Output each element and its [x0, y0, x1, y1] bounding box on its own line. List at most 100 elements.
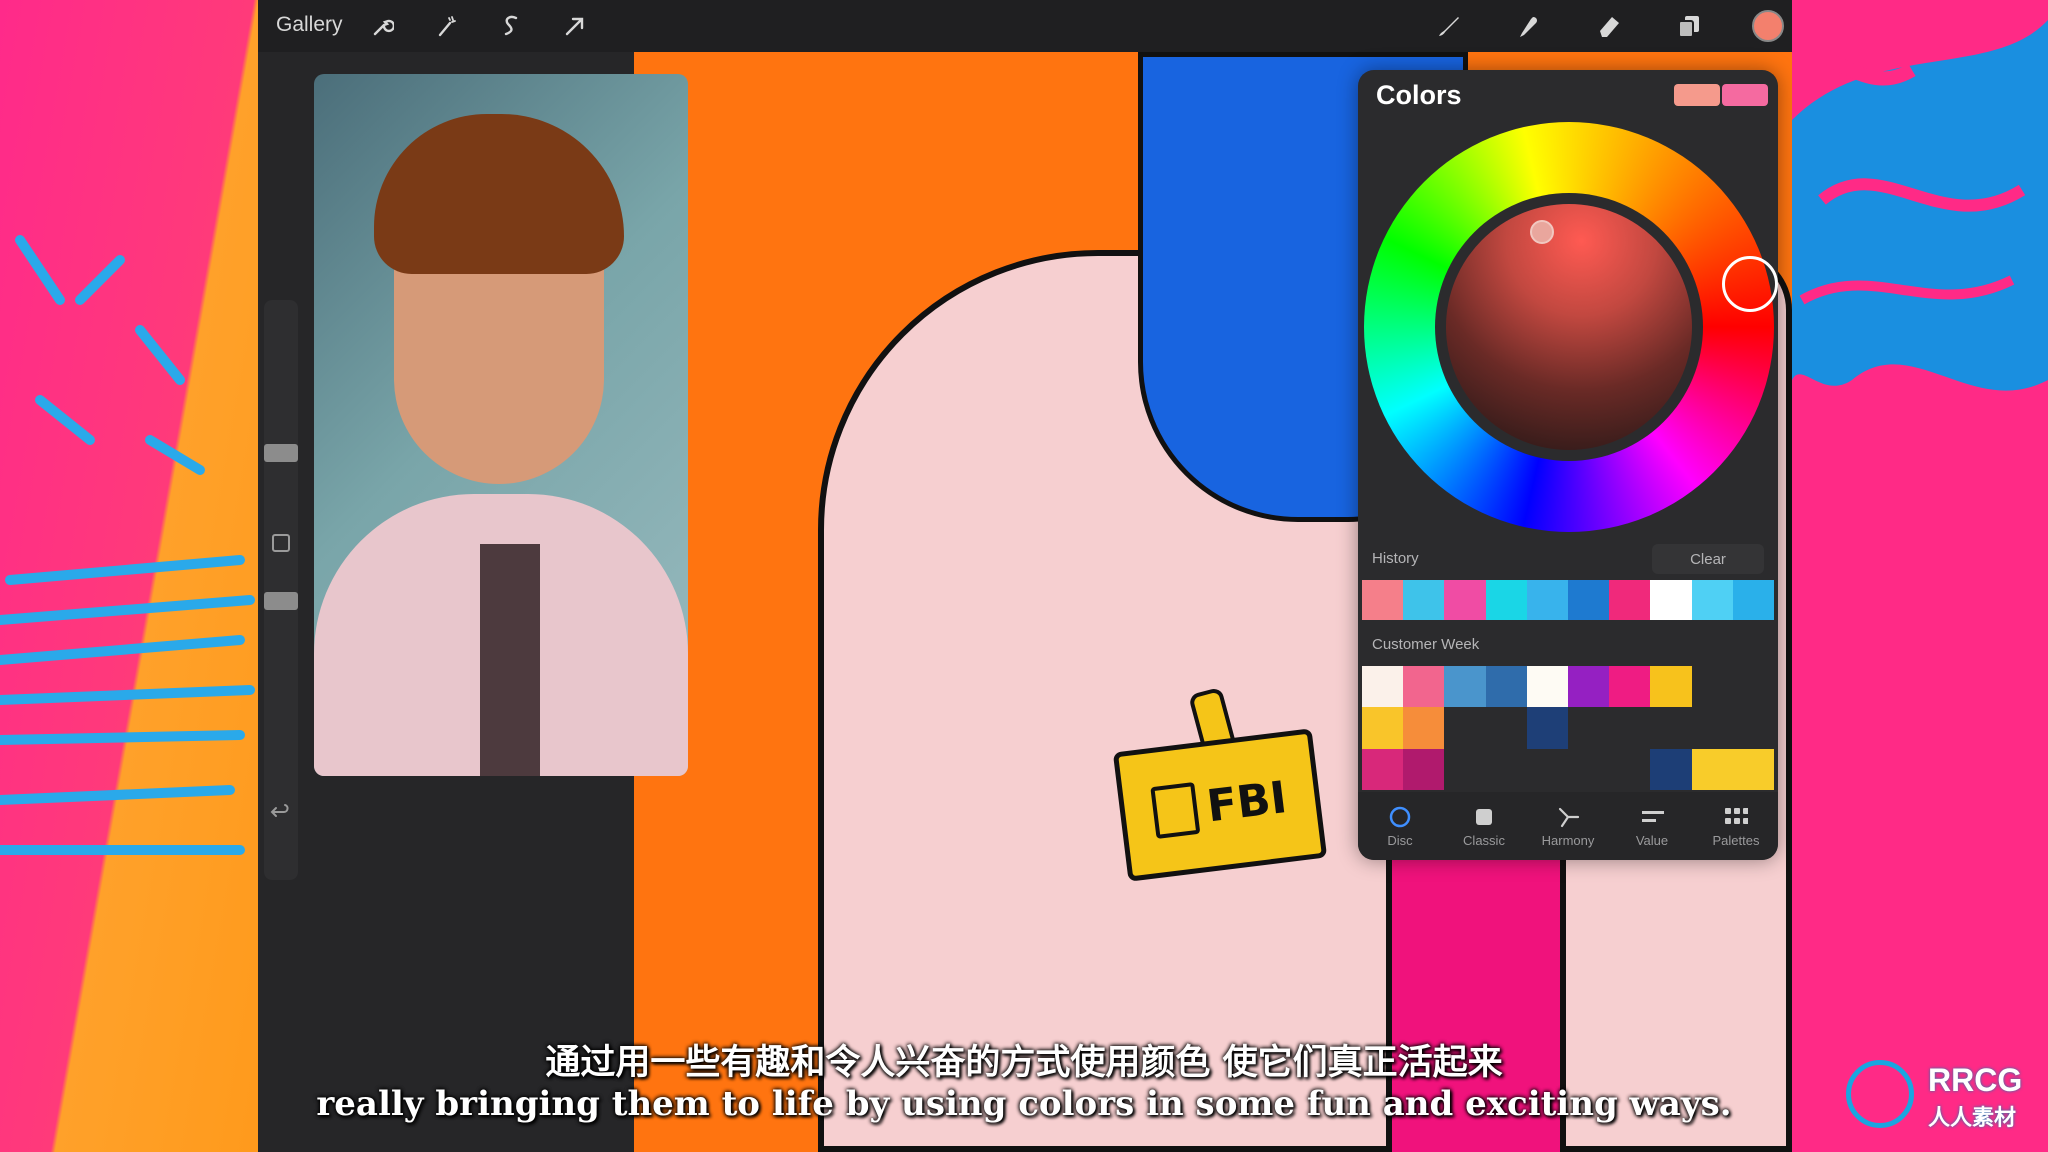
tab-disc[interactable]: Disc	[1358, 792, 1442, 860]
smudge-icon[interactable]	[1512, 9, 1546, 43]
person-icon	[1150, 781, 1201, 839]
palette-swatch[interactable]	[1609, 666, 1651, 708]
square-icon	[1472, 805, 1496, 829]
watermark: RRCG 人人素材	[1846, 1056, 2036, 1136]
history-swatch[interactable]	[1403, 580, 1445, 620]
watermark-subtext: 人人素材	[1928, 1105, 2017, 1130]
palette-swatch[interactable]	[1362, 707, 1404, 749]
tab-label: Disc	[1387, 832, 1413, 848]
badge-text: FBI	[1204, 771, 1290, 832]
tab-classic[interactable]: Classic	[1442, 792, 1526, 860]
palette-swatch[interactable]	[1691, 748, 1733, 790]
history-swatch[interactable]	[1650, 580, 1692, 620]
palette-swatch[interactable]	[1403, 748, 1445, 790]
tab-label: Harmony	[1541, 832, 1595, 848]
history-swatch[interactable]	[1444, 580, 1486, 620]
history-swatch[interactable]	[1691, 580, 1733, 620]
magic-wand-icon[interactable]	[430, 9, 464, 43]
palette-swatch[interactable]	[1691, 666, 1733, 708]
procreate-screen: FBI Gallery Colors History Clear Custome…	[258, 0, 1792, 1152]
disc-icon	[1388, 805, 1412, 829]
palette-swatch[interactable]	[1650, 666, 1692, 708]
palette-swatch[interactable]	[1485, 748, 1527, 790]
modify-button[interactable]	[272, 534, 290, 552]
history-label: History	[1372, 550, 1419, 567]
palette-swatch[interactable]	[1732, 666, 1774, 708]
selection-icon[interactable]	[494, 9, 528, 43]
watermark-brand: RRCG	[1928, 1062, 2023, 1098]
wrench-icon[interactable]	[366, 9, 400, 43]
top-toolbar: Gallery	[258, 0, 1792, 52]
palette-swatch[interactable]	[1403, 707, 1445, 749]
palette-swatch[interactable]	[1568, 666, 1610, 708]
fbi-badge: FBI	[1112, 728, 1328, 882]
reference-photo-hair	[374, 114, 624, 274]
tab-value[interactable]: Value	[1610, 792, 1694, 860]
background-art-right	[1792, 0, 2048, 1152]
palette-swatch[interactable]	[1732, 748, 1774, 790]
tab-harmony[interactable]: Harmony	[1526, 792, 1610, 860]
palette-swatch[interactable]	[1732, 707, 1774, 749]
history-swatch[interactable]	[1732, 580, 1775, 620]
tab-label: Value	[1635, 832, 1669, 848]
brush-icon[interactable]	[1432, 9, 1466, 43]
history-swatch[interactable]	[1362, 580, 1404, 620]
palette-swatch[interactable]	[1444, 666, 1486, 708]
grid-icon	[1724, 805, 1748, 829]
palette-swatch[interactable]	[1485, 666, 1527, 708]
saturation-handle[interactable]	[1530, 220, 1554, 244]
history-swatch[interactable]	[1485, 580, 1527, 620]
palette-swatch[interactable]	[1650, 707, 1692, 749]
palette-swatch[interactable]	[1403, 666, 1445, 708]
sliders-icon	[1640, 805, 1664, 829]
background-swirl-right	[1792, 20, 2048, 391]
subtitle-english: really bringing them to life by using co…	[316, 1084, 1732, 1124]
palette-swatch[interactable]	[1362, 748, 1404, 790]
primary-color-swatch[interactable]	[1674, 84, 1720, 106]
gallery-button[interactable]: Gallery	[276, 13, 343, 37]
reference-photo-tie	[480, 544, 540, 776]
undo-icon[interactable]	[270, 800, 292, 822]
palette-swatch[interactable]	[1444, 707, 1486, 749]
history-swatch[interactable]	[1526, 580, 1569, 620]
tab-label: Palettes	[1712, 832, 1760, 848]
subtitle-chinese: 通过用一些有趣和令人兴奋的方式使用颜色 使它们真正活起来	[545, 1043, 1503, 1083]
harmony-icon	[1556, 805, 1580, 829]
secondary-color-swatch[interactable]	[1722, 84, 1768, 106]
saturation-disc[interactable]	[1446, 204, 1692, 450]
palette-label: Customer Week	[1372, 636, 1480, 653]
watermark-logo-icon	[1846, 1060, 1914, 1128]
reference-photo[interactable]	[314, 74, 688, 776]
palette-swatch[interactable]	[1444, 748, 1486, 790]
palette-swatch[interactable]	[1362, 666, 1404, 708]
hue-handle[interactable]	[1722, 256, 1778, 312]
clear-history-button[interactable]: Clear	[1652, 544, 1764, 574]
history-swatch[interactable]	[1609, 580, 1651, 620]
background-art-left	[0, 0, 258, 1152]
color-picker-button[interactable]	[1752, 10, 1784, 42]
palette-swatch[interactable]	[1526, 666, 1568, 708]
color-mode-tabs: Disc Classic Harmony Value Palettes	[1358, 792, 1778, 860]
palette-swatch[interactable]	[1691, 707, 1733, 749]
history-swatches	[1362, 580, 1775, 620]
colors-panel: Colors History Clear Customer Week Disc	[1358, 70, 1778, 860]
palette-swatches	[1362, 666, 1774, 790]
eraser-icon[interactable]	[1592, 9, 1626, 43]
brush-size-slider[interactable]	[264, 444, 298, 462]
layers-icon[interactable]	[1672, 9, 1706, 43]
palette-swatch[interactable]	[1568, 748, 1610, 790]
panel-title: Colors	[1376, 80, 1462, 110]
palette-swatch[interactable]	[1526, 707, 1568, 749]
palette-swatch[interactable]	[1609, 707, 1651, 749]
palette-swatch[interactable]	[1609, 748, 1651, 790]
palette-swatch[interactable]	[1526, 748, 1568, 790]
tab-label: Classic	[1463, 832, 1505, 848]
palette-swatch[interactable]	[1650, 748, 1692, 790]
tab-palettes[interactable]: Palettes	[1694, 792, 1778, 860]
transform-arrow-icon[interactable]	[558, 9, 592, 43]
history-swatch[interactable]	[1568, 580, 1610, 620]
palette-swatch[interactable]	[1568, 707, 1610, 749]
side-bar	[264, 300, 298, 880]
palette-swatch[interactable]	[1485, 707, 1527, 749]
opacity-slider[interactable]	[264, 592, 298, 610]
